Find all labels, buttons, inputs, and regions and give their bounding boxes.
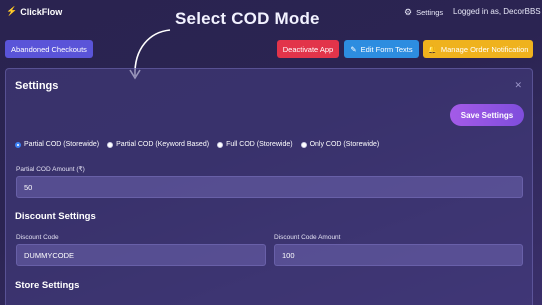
radio-partial-storewide[interactable]: Partial COD (Storewide) bbox=[15, 141, 99, 148]
panel-title: Settings bbox=[15, 80, 59, 92]
store-section-title: Store Settings bbox=[15, 280, 80, 291]
abandoned-checkouts-button[interactable]: Abandoned Checkouts bbox=[5, 40, 93, 58]
brand[interactable]: ⚡ ClickFlow bbox=[6, 6, 62, 17]
deactivate-app-label: Deactivate App bbox=[282, 44, 334, 54]
abandoned-checkouts-label: Abandoned Checkouts bbox=[11, 44, 87, 54]
radio-dot[interactable] bbox=[15, 141, 21, 148]
cod-mode-radio-group: Partial COD (Storewide) Partial COD (Key… bbox=[15, 141, 379, 148]
brand-name: ClickFlow bbox=[20, 6, 63, 17]
bell-icon: 🔔 bbox=[427, 44, 437, 54]
radio-full-storewide[interactable]: Full COD (Storewide) bbox=[217, 141, 293, 148]
radio-dot[interactable] bbox=[300, 141, 307, 148]
edit-form-texts-label: Edit Form Texts bbox=[360, 44, 413, 54]
logged-in-text: Logged in as, DecorBBS bbox=[453, 7, 541, 16]
edit-icon: ✎ bbox=[350, 44, 357, 54]
manage-order-notification-button[interactable]: 🔔 Manage Order Notification bbox=[423, 40, 533, 58]
save-settings-button[interactable]: Save Settings bbox=[450, 104, 524, 126]
radio-dot[interactable] bbox=[217, 141, 224, 148]
manage-order-notification-label: Manage Order Notification bbox=[440, 44, 529, 54]
radio-dot[interactable] bbox=[107, 141, 114, 148]
radio-label: Partial COD (Storewide) bbox=[24, 141, 100, 148]
discount-code-label: Discount Code bbox=[16, 234, 59, 241]
radio-label: Partial COD (Keyword Based) bbox=[116, 141, 210, 148]
radio-partial-keyword[interactable]: Partial COD (Keyword Based) bbox=[107, 141, 209, 148]
save-settings-label: Save Settings bbox=[460, 110, 514, 120]
settings-link[interactable]: ⚙ Settings bbox=[404, 7, 443, 18]
discount-section-title: Discount Settings bbox=[15, 211, 96, 222]
discount-code-input[interactable]: DUMMYCODE bbox=[16, 244, 266, 266]
discount-amount-input[interactable]: 100 bbox=[274, 244, 523, 266]
gear-icon: ⚙ bbox=[404, 7, 413, 17]
discount-amount-label: Discount Code Amount bbox=[274, 234, 341, 241]
headline-annotation: Select COD Mode bbox=[175, 9, 320, 28]
radio-only-storewide[interactable]: Only COD (Storewide) bbox=[300, 141, 380, 148]
partial-amount-label: Partial COD Amount (₹) bbox=[16, 166, 85, 173]
settings-label: Settings bbox=[416, 8, 444, 17]
radio-label: Only COD (Storewide) bbox=[309, 141, 380, 148]
bolt-icon: ⚡ bbox=[6, 6, 18, 16]
deactivate-app-button[interactable]: Deactivate App bbox=[277, 40, 339, 58]
radio-label: Full COD (Storewide) bbox=[226, 141, 293, 148]
edit-form-texts-button[interactable]: ✎ Edit Form Texts bbox=[344, 40, 419, 58]
top-bar: ⚡ ClickFlow Select COD Mode ⚙ Settings L… bbox=[0, 0, 542, 28]
settings-panel: Settings ✕ Save Settings Partial COD (St… bbox=[5, 68, 533, 305]
partial-amount-input[interactable]: 50 bbox=[16, 176, 523, 198]
close-icon[interactable]: ✕ bbox=[514, 80, 522, 91]
